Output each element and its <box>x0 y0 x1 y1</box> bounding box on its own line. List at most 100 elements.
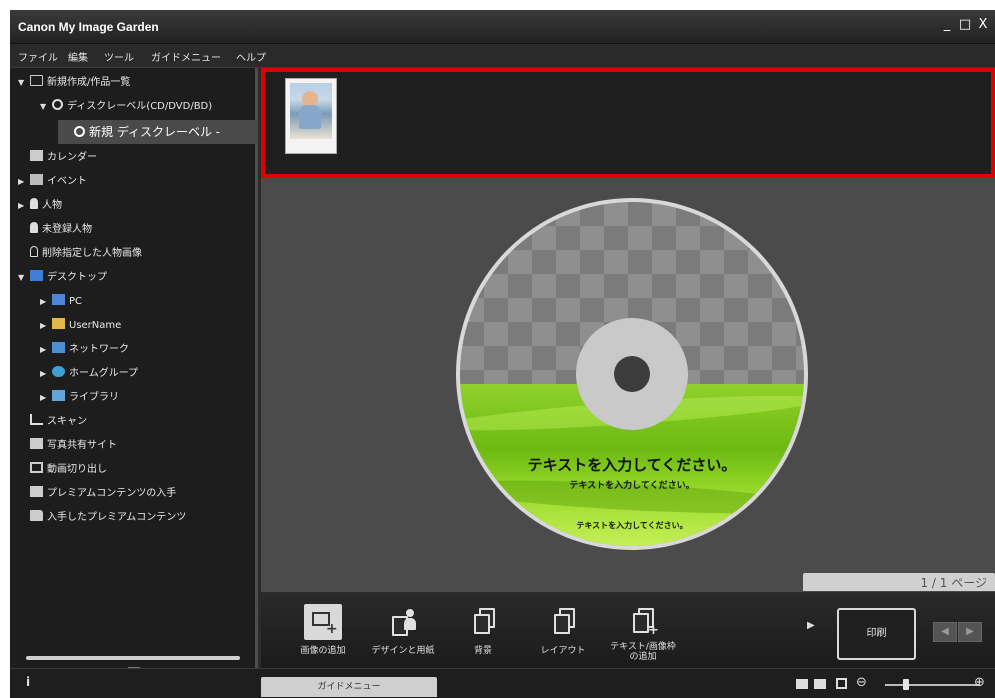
sidebar-item-event[interactable]: ▶ イベント <box>18 172 87 192</box>
sidebar-item-new-works[interactable]: ▼ 新規作成/作品一覧 <box>18 73 130 93</box>
expand-arrow-icon[interactable]: ▼ <box>40 97 52 117</box>
sidebar-item-pc[interactable]: ▶ PC <box>40 292 82 312</box>
expand-arrow-icon[interactable]: ▶ <box>18 196 30 216</box>
calendar-icon <box>30 150 43 161</box>
guide-menu-tab[interactable]: ガイドメニュー <box>261 677 437 697</box>
menu-edit[interactable]: 編集 <box>68 49 88 64</box>
disc-text-large[interactable]: テキストを入力してください。 <box>460 454 804 475</box>
network-icon <box>52 342 65 353</box>
bottom-toolbar: + 画像の追加 デザインと用紙 背景 レイアウト + テキスト/画像枠 の追加 … <box>261 591 995 668</box>
sidebar-item-username[interactable]: ▶ UserName <box>40 316 121 336</box>
event-icon <box>30 174 43 185</box>
zoom-slider-track[interactable] <box>885 684 980 686</box>
menu-guide[interactable]: ガイドメニュー <box>151 49 221 64</box>
zoom-out-icon[interactable]: ⊖ <box>856 675 867 690</box>
zoom-in-icon[interactable]: ⊕ <box>974 675 985 690</box>
expand-arrow-icon[interactable]: ▶ <box>40 388 52 408</box>
disc-label-preview[interactable]: テキストを入力してください。 テキストを入力してください。 テキストを入力してく… <box>456 198 808 550</box>
expand-arrow-icon[interactable]: ▼ <box>18 73 30 93</box>
sidebar-item-network[interactable]: ▶ ネットワーク <box>40 340 129 360</box>
scan-icon <box>30 414 43 425</box>
sidebar-horizontal-scrollbar[interactable] <box>26 656 240 660</box>
toolbar-next-icon[interactable]: ▶ <box>807 620 815 631</box>
premium-download-icon <box>30 486 43 497</box>
sidebar-item-label: 新規作成/作品一覧 <box>47 77 131 88</box>
expand-arrow-icon[interactable]: ▶ <box>40 340 52 360</box>
sidebar-item-disc-label[interactable]: ▼ ディスクレーベル(CD/DVD/BD) <box>40 97 212 117</box>
info-icon[interactable]: i <box>26 675 30 689</box>
next-page-button[interactable]: ▶ <box>958 622 982 642</box>
sidebar-item-premium-get[interactable]: プレミアムコンテンツの入手 <box>18 484 176 504</box>
homegroup-icon <box>52 366 65 377</box>
view-single-icon[interactable] <box>796 679 808 689</box>
page-indicator: 1 / 1 ページ <box>803 573 995 591</box>
user-folder-icon <box>52 318 65 329</box>
person-icon <box>30 198 38 209</box>
disc-text-small[interactable]: テキストを入力してください。 <box>460 520 804 531</box>
sidebar-item-label: ネットワーク <box>69 344 129 355</box>
add-image-button[interactable]: + 画像の追加 <box>285 598 361 664</box>
image-thumbnail[interactable] <box>285 78 337 154</box>
maximize-icon[interactable]: □ <box>958 18 972 32</box>
app-window: Canon My Image Garden _ □ X ファイル 編集 ツール … <box>10 10 995 698</box>
sidebar-item-unregistered-person[interactable]: 未登録人物 <box>18 220 92 240</box>
add-frame-label-2: の追加 <box>629 652 657 662</box>
expand-arrow-icon[interactable]: ▶ <box>40 316 52 336</box>
sidebar-item-label: 削除指定した人物画像 <box>42 248 142 259</box>
background-label: 背景 <box>473 646 492 656</box>
page-indicator-text: 1 / 1 ページ <box>920 576 987 590</box>
design-paper-icon <box>384 604 422 640</box>
sidebar-item-new-disc-label[interactable]: 新規 ディスクレーベル - <box>58 120 258 144</box>
sidebar-item-homegroup[interactable]: ▶ ホームグループ <box>40 364 138 384</box>
layout-label: レイアウト <box>540 646 586 656</box>
background-icon <box>464 604 502 640</box>
sidebar-item-deleted-person[interactable]: 削除指定した人物画像 <box>18 244 142 264</box>
menu-help[interactable]: ヘルプ <box>236 49 266 64</box>
add-frame-label-1: テキスト/画像枠 <box>610 642 676 652</box>
disc-icon <box>74 126 85 137</box>
sidebar-item-calendar[interactable]: カレンダー <box>18 148 97 168</box>
menu-tools[interactable]: ツール <box>104 49 134 64</box>
print-button[interactable]: 印刷 <box>837 608 916 660</box>
sidebar-item-label: スキャン <box>47 416 87 427</box>
sidebar-item-label: 未登録人物 <box>42 224 92 235</box>
sidebar-item-label: ホームグループ <box>69 368 139 379</box>
menu-file[interactable]: ファイル <box>18 49 58 64</box>
sidebar-item-person[interactable]: ▶ 人物 <box>18 196 62 216</box>
prev-page-button[interactable]: ◀ <box>933 622 957 642</box>
add-image-label: 画像の追加 <box>300 646 346 656</box>
layout-button[interactable]: レイアウト <box>525 598 601 664</box>
edit-area: テキストを入力してください。 テキストを入力してください。 テキストを入力してく… <box>261 178 995 591</box>
design-paper-button[interactable]: デザインと用紙 <box>365 598 441 664</box>
sidebar-item-label: 動画切り出し <box>47 464 107 475</box>
sidebar-item-label: プレミアムコンテンツの入手 <box>47 488 177 499</box>
new-item-icon <box>30 75 43 86</box>
expand-arrow-icon[interactable]: ▶ <box>40 292 52 312</box>
sidebar-item-scan[interactable]: スキャン <box>18 412 87 432</box>
add-text-image-frame-button[interactable]: + テキスト/画像枠 の追加 <box>605 598 681 664</box>
disc-text-medium[interactable]: テキストを入力してください。 <box>460 478 804 491</box>
fit-view-icon[interactable] <box>836 678 847 689</box>
sidebar-item-premium-owned[interactable]: 入手したプレミアムコンテンツ <box>18 508 186 528</box>
sidebar-item-library[interactable]: ▶ ライブラリ <box>40 388 119 408</box>
expand-arrow-icon[interactable]: ▼ <box>18 268 30 288</box>
expand-arrow-icon[interactable]: ▶ <box>18 172 30 192</box>
sidebar-item-label: 入手したプレミアムコンテンツ <box>47 512 187 523</box>
close-icon[interactable]: X <box>976 18 990 32</box>
view-list-icon[interactable] <box>814 679 826 689</box>
selected-images-area <box>261 68 995 178</box>
status-bar: i ガイドメニュー ⊖ ⊕ <box>10 668 995 698</box>
person-outline-icon <box>30 246 38 257</box>
expand-arrow-icon[interactable]: ▶ <box>40 364 52 384</box>
thumbnail-photo <box>290 83 332 139</box>
sidebar-item-photo-share[interactable]: 写真共有サイト <box>18 436 117 456</box>
zoom-slider-knob[interactable] <box>903 679 909 690</box>
add-image-icon: + <box>304 604 342 640</box>
minimize-icon[interactable]: _ <box>940 18 954 32</box>
sidebar-item-video-cut[interactable]: 動画切り出し <box>18 460 107 480</box>
background-button[interactable]: 背景 <box>445 598 521 664</box>
add-frame-icon: + <box>624 604 662 640</box>
sidebar-item-desktop[interactable]: ▼ デスクトップ <box>18 268 107 288</box>
person-icon <box>30 222 38 233</box>
folder-icon <box>30 510 43 521</box>
